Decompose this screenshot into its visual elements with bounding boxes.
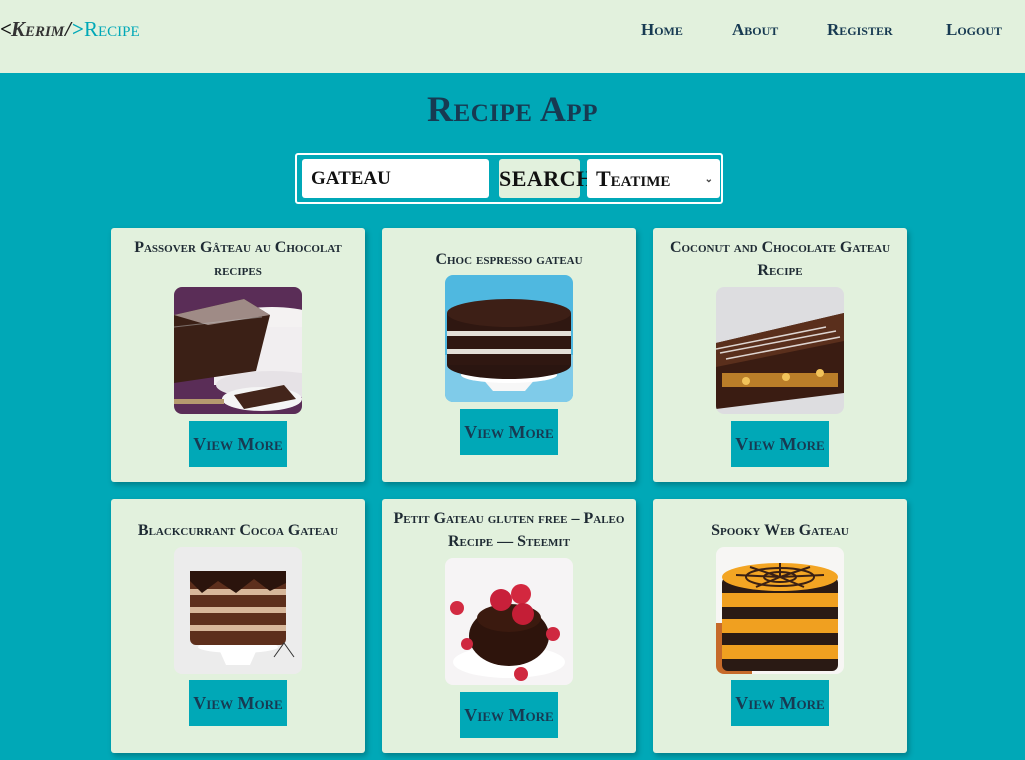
chevron-down-icon: ⌄ <box>704 174 713 185</box>
brand-logo[interactable]: < Kerim / > Recipe <box>0 17 140 43</box>
search-button[interactable]: search <box>499 159 593 198</box>
recipe-title: Blackcurrant Cocoa Gateau <box>137 522 339 539</box>
recipe-title: Choc espresso gateau <box>435 251 583 268</box>
recipe-card: Passover Gâteau au Chocolat recipes View… <box>111 228 365 482</box>
nav-about-link[interactable]: About <box>732 20 778 40</box>
recipe-title: Petit Gateau gluten free – Paleo Recipe … <box>393 510 625 550</box>
view-more-button[interactable]: View More <box>189 421 287 467</box>
recipe-card: Spooky Web Gateau View More <box>653 499 907 753</box>
recipe-image <box>716 287 844 414</box>
recipe-image <box>174 287 302 414</box>
view-more-button[interactable]: View More <box>189 680 287 726</box>
view-more-button[interactable]: View More <box>460 692 558 738</box>
view-more-button[interactable]: View More <box>731 680 829 726</box>
brand-close: > <box>72 17 84 41</box>
recipe-card: Coconut and Chocolate Gateau Recipe View… <box>653 228 907 482</box>
recipe-card: Choc espresso gateau View More <box>382 228 636 482</box>
recipe-title: Spooky Web Gateau <box>711 522 849 539</box>
nav-logout-link[interactable]: Logout <box>946 20 1002 40</box>
recipe-title: Passover Gâteau au Chocolat recipes <box>134 239 342 279</box>
search-input[interactable] <box>302 159 489 198</box>
meal-type-select[interactable]: Teatime ⌄ <box>587 159 720 198</box>
recipe-image <box>174 547 302 674</box>
recipe-image <box>716 547 844 674</box>
recipe-card: Petit Gateau gluten free – Paleo Recipe … <box>382 499 636 753</box>
brand-open: < <box>0 17 12 41</box>
nav-home-link[interactable]: Home <box>641 20 683 40</box>
brand-app: Recipe <box>83 17 140 41</box>
search-form: search Teatime ⌄ <box>295 153 723 204</box>
view-more-button[interactable]: View More <box>731 421 829 467</box>
nav-register-link[interactable]: Register <box>827 20 893 40</box>
meal-type-value: Teatime <box>596 166 671 191</box>
brand-slash: / <box>65 17 72 41</box>
brand-name: Kerim <box>10 17 65 41</box>
page-title: Recipe App <box>427 89 598 129</box>
view-more-button[interactable]: View More <box>460 409 558 455</box>
navbar: < Kerim / > Recipe Home About Register L… <box>0 0 1025 73</box>
recipe-image <box>445 275 573 402</box>
recipe-card: Blackcurrant Cocoa Gateau View More <box>111 499 365 753</box>
recipe-title: Coconut and Chocolate Gateau Recipe <box>669 239 891 279</box>
recipe-image <box>445 558 573 685</box>
